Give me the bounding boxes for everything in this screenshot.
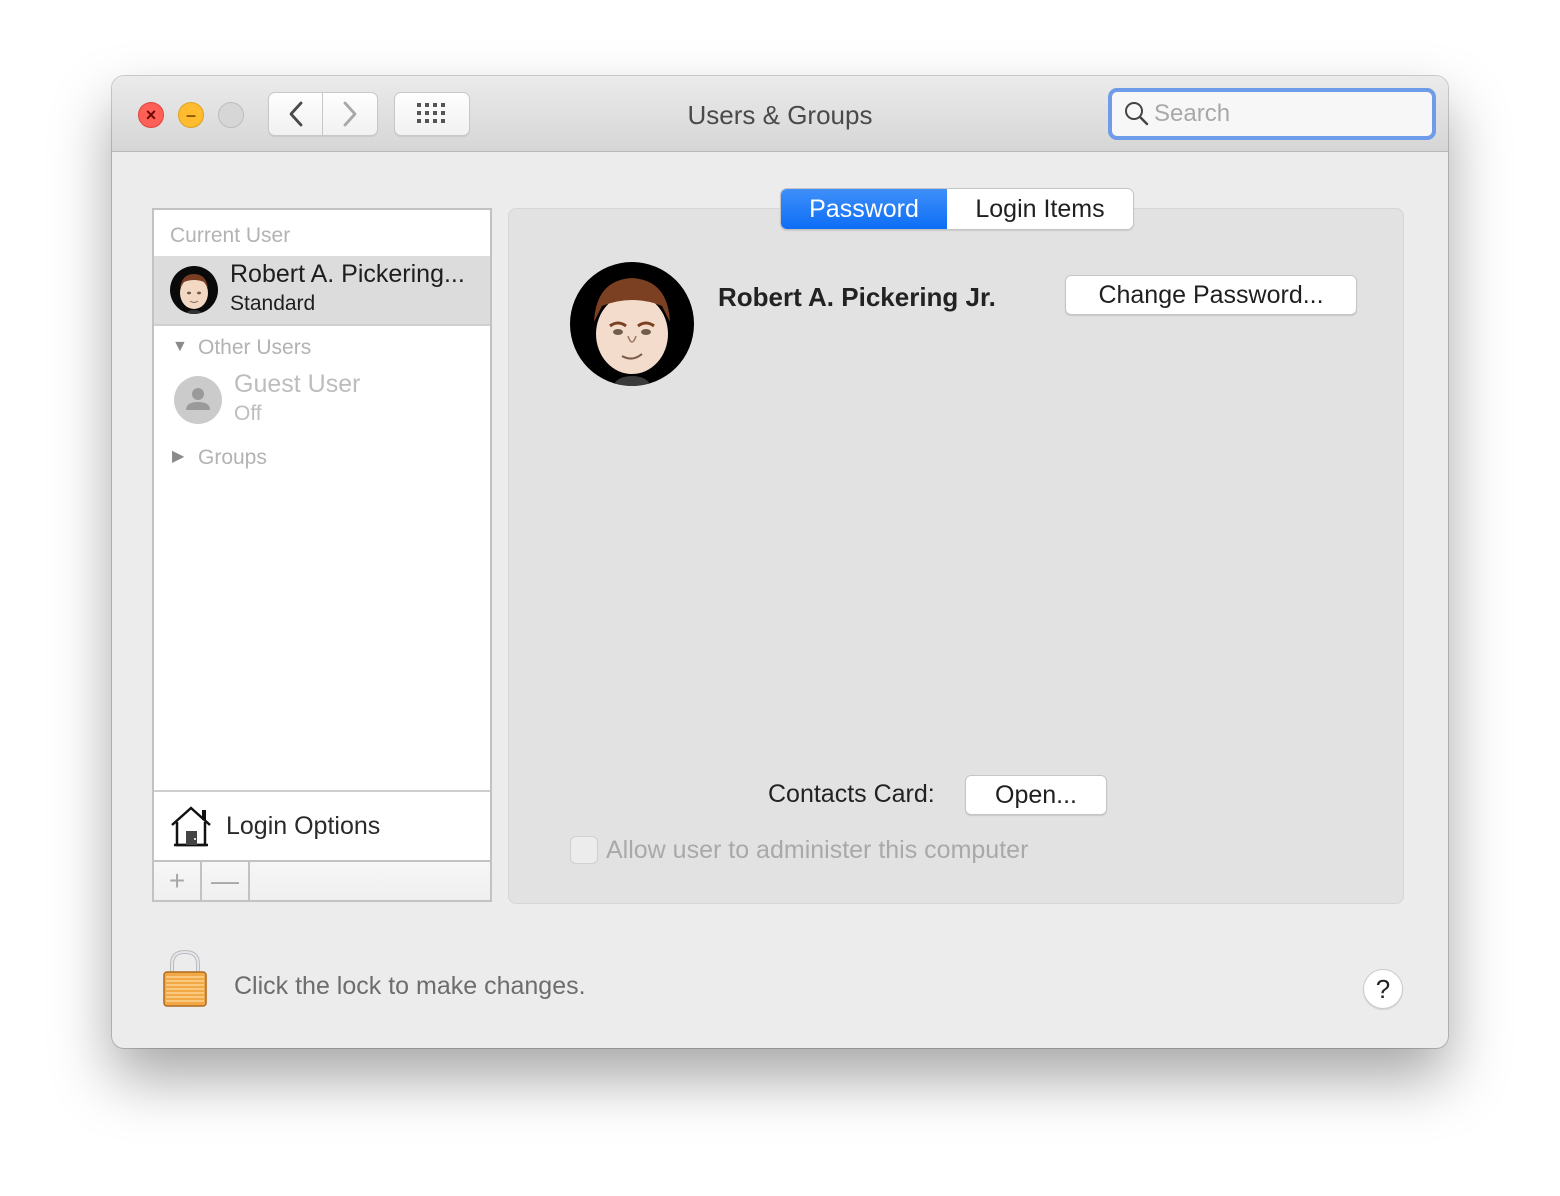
search-icon [1125,102,1149,126]
user-full-name: Robert A. Pickering Jr. [718,282,996,312]
guest-avatar [174,376,222,424]
login-options-row[interactable]: Login Options [154,790,490,860]
allow-admin-label: Allow user to administer this computer [606,836,1029,864]
house-icon [171,806,211,847]
close-icon: × [145,105,157,125]
search-field[interactable] [1108,88,1436,140]
close-button[interactable]: × [138,102,164,128]
show-all-button[interactable] [394,92,470,136]
minimize-icon: – [185,105,196,125]
users-groups-window: × – Users & Groups Current User [112,76,1448,1048]
disclosure-collapsed-icon[interactable]: ▶ [172,446,184,466]
open-contacts-card-button[interactable]: Open... [965,775,1107,815]
sidebar-toolbar: + — [154,860,490,900]
back-button[interactable] [268,92,323,136]
help-button[interactable]: ? [1363,969,1403,1009]
lock-button[interactable] [162,949,208,1013]
tab-bar: Password Login Items [780,188,1134,230]
minimize-button[interactable]: – [178,102,204,128]
grid-icon [417,103,445,123]
disclosure-expanded-icon[interactable]: ▼ [172,338,188,356]
lock-icon [163,949,207,1007]
remove-user-button[interactable]: — [202,862,250,900]
guest-user-name: Guest User [234,370,361,398]
users-list-sidebar: Current User Robert A. Pickering... Stan… [152,208,492,902]
add-user-button[interactable]: + [154,862,202,900]
other-users-header: Other Users [198,336,312,359]
lock-status-text: Click the lock to make changes. [234,972,586,1000]
change-password-button[interactable]: Change Password... [1065,275,1357,315]
title-bar: × – Users & Groups [112,76,1448,152]
tab-login-items[interactable]: Login Items [947,189,1133,229]
guest-user-status: Off [234,402,262,425]
groups-header[interactable]: Groups [198,446,267,470]
tab-password[interactable]: Password [781,189,947,229]
contacts-card-label: Contacts Card: [768,780,935,808]
user-picture[interactable] [570,262,694,386]
current-user-type: Standard [230,292,316,315]
zoom-button[interactable] [218,102,244,128]
chevron-left-icon [289,101,302,127]
search-input[interactable] [1154,100,1424,128]
current-user-row[interactable]: Robert A. Pickering... Standard [154,256,490,326]
current-user-name: Robert A. Pickering... [230,260,465,288]
forward-button[interactable] [323,92,378,136]
user-avatar [170,266,218,314]
current-user-header: Current User [170,224,291,247]
allow-admin-checkbox[interactable] [570,836,598,864]
login-options-label: Login Options [226,811,381,840]
chevron-right-icon [343,101,357,127]
person-icon [186,388,210,410]
